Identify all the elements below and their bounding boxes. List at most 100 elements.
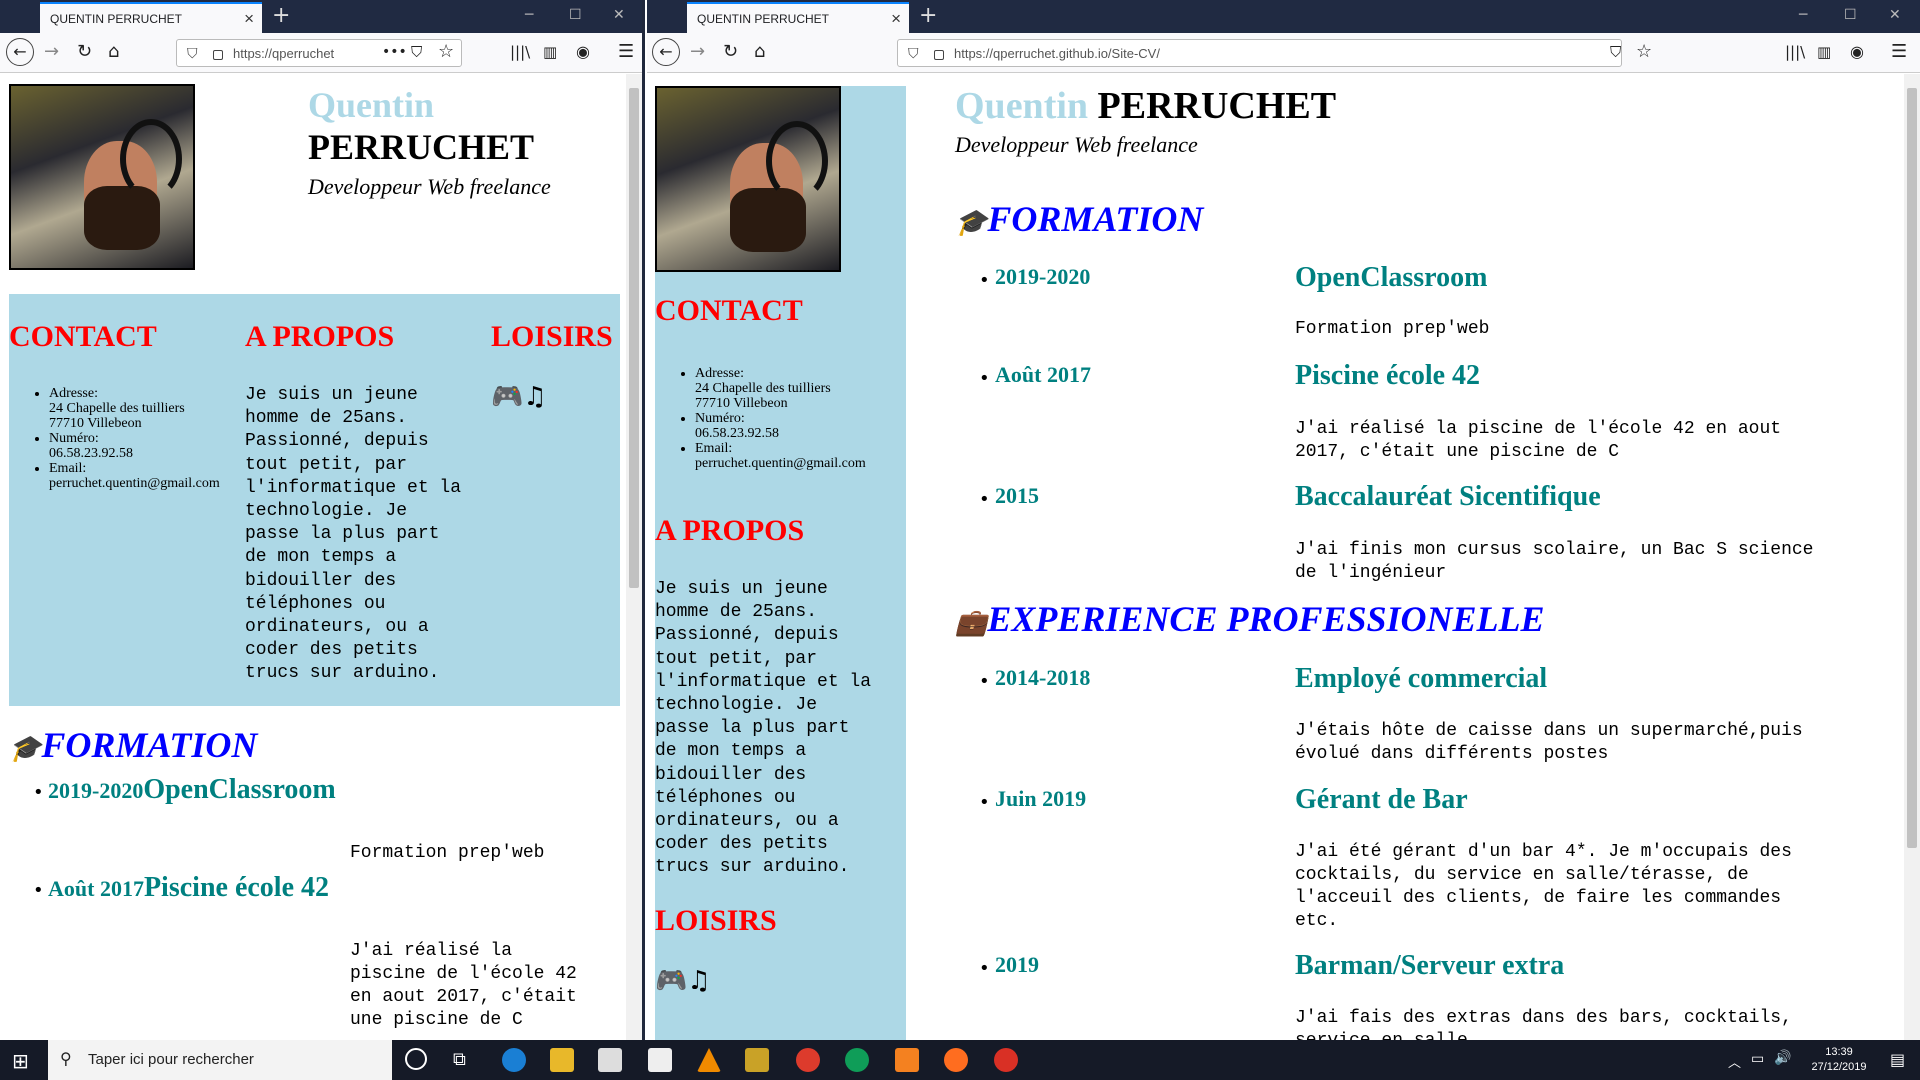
experience-date: 2019 xyxy=(995,952,1039,977)
scrollbar-thumb[interactable] xyxy=(629,88,639,588)
library-icon[interactable]: |||\ xyxy=(510,41,530,63)
formation-title: Piscine école 42 xyxy=(1295,360,1481,391)
briefcase-icon: 💼 xyxy=(955,608,988,637)
close-window-icon[interactable]: ✕ xyxy=(1889,7,1901,23)
shield-icon: ⛉ xyxy=(187,45,198,61)
first-name: Quentin xyxy=(308,85,435,125)
last-name: PERRUCHET xyxy=(1097,85,1337,127)
about-heading: A PROPOS xyxy=(245,320,395,353)
url-text: https://qperruchet.github.io/Site-CV/ xyxy=(954,46,1160,61)
title-bar: QUENTIN PERRUCHET × + ─ ☐ ✕ xyxy=(0,0,642,33)
task-view-icon[interactable]: ⧉ xyxy=(453,1049,466,1070)
minimize-icon[interactable]: ─ xyxy=(525,7,533,23)
maximize-icon[interactable]: ☐ xyxy=(1844,7,1857,23)
bookmark-star-icon[interactable]: ☆ xyxy=(438,41,454,63)
back-icon[interactable]: ← xyxy=(652,38,680,66)
chrome-icon[interactable] xyxy=(796,1048,820,1072)
reload-icon[interactable]: ↻ xyxy=(723,41,738,63)
contact-item: Email:perruchet.quentin@gmail.com xyxy=(49,461,257,491)
job-title: Developpeur Web freelance xyxy=(308,174,551,199)
back-icon[interactable]: ← xyxy=(6,38,34,66)
sublime-icon[interactable] xyxy=(895,1048,919,1072)
minimize-icon[interactable]: ─ xyxy=(1799,7,1807,23)
reload-icon[interactable]: ↻ xyxy=(77,41,92,63)
experience-heading: 💼EXPERIENCE PROFESSIONELLE xyxy=(955,599,1545,639)
menu-icon[interactable]: ☰ xyxy=(1891,41,1907,63)
formation-item: 2019-2020OpenClassroom xyxy=(48,774,336,805)
store-icon[interactable] xyxy=(598,1048,622,1072)
browser-tab[interactable]: QUENTIN PERRUCHET × xyxy=(40,2,262,33)
music-note-icon: ♫ xyxy=(687,966,711,996)
nav-bar: ← → ↻ ⌂ ⛉ https://qperruchet.github.io/S… xyxy=(647,33,1920,73)
tab-title: QUENTIN PERRUCHET xyxy=(50,12,183,26)
windows-start-icon[interactable]: ⊞ xyxy=(12,1049,29,1073)
clock-date: 27/12/2019 xyxy=(1811,1061,1867,1073)
tray-chevron-icon[interactable]: ︿ xyxy=(1728,1052,1741,1071)
taskbar: ⊞ ⚲ Taper ici pour rechercher ⧉ ︿ ▭ 🔊 13… xyxy=(0,1040,1920,1080)
notifications-icon[interactable]: ▤ xyxy=(1890,1050,1905,1069)
formation-item: Août 2017Piscine école 42 xyxy=(48,872,330,903)
scrollbar-thumb[interactable] xyxy=(1907,88,1917,848)
browser-tab[interactable]: QUENTIN PERRUCHET × xyxy=(687,2,909,33)
close-tab-icon[interactable]: × xyxy=(891,9,901,29)
taskbar-search-box[interactable]: ⚲ Taper ici pour rechercher xyxy=(48,1040,392,1080)
contact-item: Numéro:06.58.23.92.58 xyxy=(49,431,257,461)
hobbies-icons: 🎮♫ xyxy=(655,966,711,996)
lock-icon xyxy=(934,50,944,60)
mail-icon[interactable] xyxy=(648,1048,672,1072)
hobbies-heading: LOISIRS xyxy=(491,320,613,353)
hangouts-icon[interactable] xyxy=(845,1048,869,1072)
forward-icon[interactable]: → xyxy=(690,41,705,63)
formation-date: Août 2017 xyxy=(995,362,1091,387)
edge-icon[interactable] xyxy=(502,1048,526,1072)
formation-desc: Formation prep'web xyxy=(350,843,545,863)
vlc-icon[interactable] xyxy=(697,1048,721,1072)
maximize-icon[interactable]: ☐ xyxy=(569,7,582,23)
scrollbar[interactable] xyxy=(626,74,642,1040)
volume-icon[interactable]: 🔊 xyxy=(1774,1050,1791,1066)
profile-photo xyxy=(655,86,841,272)
bookmark-star-icon[interactable]: ☆ xyxy=(1636,41,1652,63)
sidebar-icon[interactable]: ▥ xyxy=(543,41,557,63)
formation-title: OpenClassroom xyxy=(1295,262,1488,293)
close-window-icon[interactable]: ✕ xyxy=(613,7,625,23)
shield-icon: ⛉ xyxy=(908,45,919,61)
library-icon[interactable]: |||\ xyxy=(1785,41,1805,63)
contact-item: Numéro:06.58.23.92.58 xyxy=(695,411,907,441)
url-text: https://qperruchet xyxy=(233,46,335,61)
chrome-alt-icon[interactable] xyxy=(994,1048,1018,1072)
home-icon[interactable]: ⌂ xyxy=(754,41,765,63)
formation-title: Baccalauréat Sicentifique xyxy=(1295,481,1601,512)
experience-desc: J'ai été gérant d'un bar 4*. Je m'occupa… xyxy=(1295,842,1792,931)
contact-item: Adresse:24 Chapelle des tuilliers77710 V… xyxy=(49,386,257,431)
scrollbar[interactable] xyxy=(1904,74,1920,1040)
experience-title: Barman/Serveur extra xyxy=(1295,950,1565,981)
league-icon[interactable] xyxy=(745,1048,769,1072)
pocket-icon[interactable]: ⛉ xyxy=(411,41,422,63)
forward-icon[interactable]: → xyxy=(44,41,59,63)
url-bar[interactable]: ⛉ https://qperruchet.github.io/Site-CV/ xyxy=(897,39,1622,67)
new-tab-icon[interactable]: + xyxy=(272,3,290,28)
about-text: Je suis un jeune homme de 25ans. Passionné… xyxy=(655,579,872,878)
account-icon[interactable]: ◉ xyxy=(576,41,590,63)
home-icon[interactable]: ⌂ xyxy=(108,41,119,63)
clock[interactable]: 13:39 27/12/2019 xyxy=(1802,1045,1876,1075)
firefox-icon[interactable] xyxy=(944,1048,968,1072)
new-tab-icon[interactable]: + xyxy=(919,3,937,28)
account-icon[interactable]: ◉ xyxy=(1850,41,1864,63)
formation-heading: 🎓FORMATION xyxy=(9,725,258,765)
network-icon[interactable]: ▭ xyxy=(1751,1051,1764,1067)
menu-icon[interactable]: ☰ xyxy=(618,41,634,63)
close-tab-icon[interactable]: × xyxy=(244,9,254,29)
hobbies-heading: LOISIRS xyxy=(655,904,777,937)
sidebar-icon[interactable]: ▥ xyxy=(1817,41,1831,63)
info-panel: CONTACT Adresse:24 Chapelle des tuillier… xyxy=(9,294,620,706)
cortana-icon[interactable] xyxy=(405,1048,427,1070)
contact-list: Adresse:24 Chapelle des tuilliers77710 V… xyxy=(17,386,257,491)
experience-date: Juin 2019 xyxy=(995,786,1087,811)
file-explorer-icon[interactable] xyxy=(550,1048,574,1072)
page-actions-icon[interactable]: ••• xyxy=(382,41,407,63)
about-heading: A PROPOS xyxy=(655,514,805,547)
pocket-icon[interactable]: ⛉ xyxy=(1610,41,1621,63)
search-placeholder: Taper ici pour rechercher xyxy=(88,1051,254,1068)
